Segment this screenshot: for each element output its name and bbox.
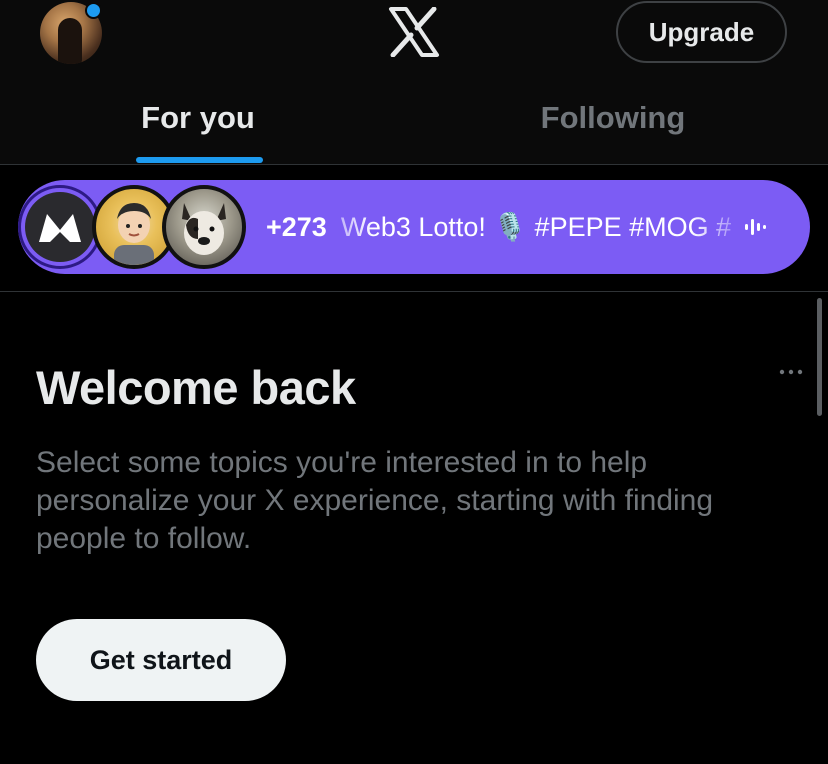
divider <box>0 291 828 292</box>
scrollbar[interactable] <box>817 298 822 416</box>
space-title: Web3 Lotto! 🎙️ #PEPE #MOG # <box>340 212 732 242</box>
dog-avatar <box>162 185 246 269</box>
live-space-banner[interactable]: +273 Web3 Lotto! 🎙️ #PEPE #MOG # <box>18 180 810 274</box>
tab-following[interactable]: Following <box>505 100 721 136</box>
upgrade-button[interactable]: Upgrade <box>616 1 787 63</box>
space-host-avatars <box>18 180 258 274</box>
avatar-silhouette <box>58 18 82 64</box>
top-header: Upgrade For you Following <box>0 0 828 165</box>
get-started-button[interactable]: Get started <box>36 619 286 701</box>
profile-avatar-button[interactable] <box>40 2 104 64</box>
welcome-description: Select some topics you're interested in … <box>36 446 714 555</box>
x-logo-icon[interactable] <box>388 7 440 57</box>
m-logo-icon <box>39 214 81 242</box>
m-logo-avatar <box>18 185 102 269</box>
notification-dot-icon <box>85 2 102 19</box>
selected-tab-indicator <box>136 157 263 163</box>
person-face-icon <box>114 203 154 265</box>
live-audio-icon <box>744 219 766 235</box>
tab-for-you[interactable]: For you <box>90 100 306 136</box>
more-icon[interactable] <box>777 364 807 380</box>
welcome-title: Welcome back <box>36 361 356 414</box>
listener-count: +273 <box>266 211 327 242</box>
dog-face-icon <box>182 203 226 255</box>
